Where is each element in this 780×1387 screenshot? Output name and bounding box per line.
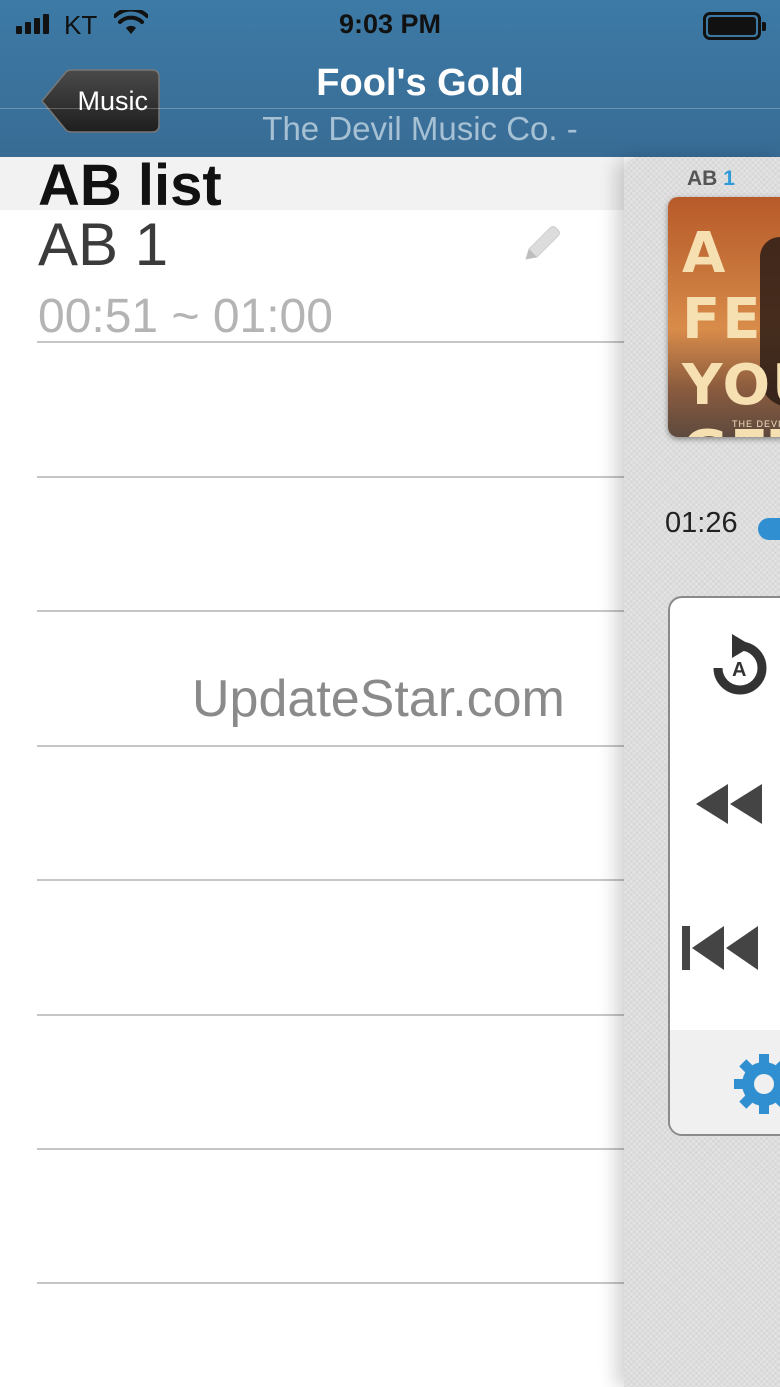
row-divider <box>37 610 624 612</box>
row-divider <box>37 745 624 747</box>
top-bar: KT 9:03 PM Music Fool's Gold The Devil M… <box>0 0 780 157</box>
row-divider <box>37 1148 624 1150</box>
song-title: Fool's Gold <box>316 62 524 104</box>
previous-track-icon[interactable] <box>670 910 780 995</box>
playback-controls: A <box>668 596 780 1136</box>
player-panel: AB 1 A FEYOUGET THE DEVI 01:26 A <box>624 157 780 1387</box>
svg-text:A: A <box>732 659 746 681</box>
progress-slider[interactable] <box>758 518 780 540</box>
row-divider <box>37 1014 624 1016</box>
rewind-icon[interactable] <box>670 766 780 851</box>
gear-icon[interactable] <box>670 1048 780 1123</box>
settings-bar <box>670 1030 780 1134</box>
row-divider <box>37 341 624 343</box>
row-divider <box>37 1282 624 1284</box>
watermark: UpdateStar.com <box>192 670 565 728</box>
artist-subtitle: The Devil Music Co. - <box>262 110 578 147</box>
album-art[interactable]: A FEYOUGET THE DEVI <box>668 197 780 437</box>
ab-list-panel: AB list AB 1 00:51 ~ 01:00 UpdateStar.co… <box>0 157 624 1387</box>
back-button[interactable]: Music <box>40 69 160 133</box>
ab-indicator: AB 1 <box>687 167 735 191</box>
ab-repeat-icon[interactable]: A <box>670 628 780 713</box>
ab-indicator-number: 1 <box>723 167 735 190</box>
ab-item-name: AB 1 <box>38 211 169 278</box>
status-time: 9:03 PM <box>338 9 442 39</box>
battery-icon <box>703 12 766 40</box>
album-art-text: A FEYOUGET <box>682 221 780 437</box>
ab-list-title: AB list <box>38 153 222 218</box>
ab-item-range: 00:51 ~ 01:00 <box>38 290 333 343</box>
back-button-label: Music <box>77 85 148 116</box>
row-divider <box>37 476 624 478</box>
row-divider <box>37 879 624 881</box>
album-art-caption: THE DEVI <box>732 419 780 429</box>
current-time: 01:26 <box>665 507 738 539</box>
status-bar: KT 9:03 PM <box>0 0 780 52</box>
ab-indicator-prefix: AB <box>687 167 718 190</box>
pencil-icon[interactable] <box>520 221 564 270</box>
